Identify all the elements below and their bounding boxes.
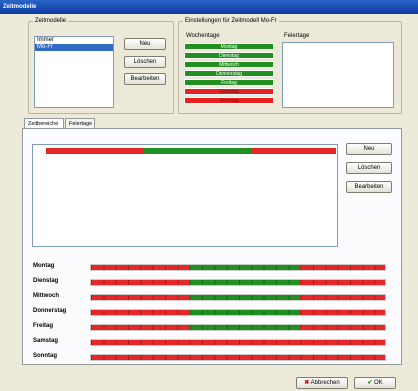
hour-ticks	[91, 355, 385, 360]
schedule-day-bar[interactable]	[90, 339, 386, 346]
zeitmodell-new-button[interactable]: Neu	[124, 38, 166, 50]
schedule-day-bar[interactable]	[90, 264, 386, 271]
feiertage-label: Feiertage	[284, 33, 310, 39]
wochentage-label: Wochentage	[186, 33, 220, 39]
weekday-toggle[interactable]: Dienstag	[184, 52, 274, 59]
weekday-toggle[interactable]: Freitag	[184, 79, 274, 86]
zeitmodell-edit-button[interactable]: Bearbeiten	[124, 73, 166, 85]
timeline-segment[interactable]	[142, 148, 252, 154]
schedule-day-label: Freitag	[33, 323, 54, 329]
weekday-toggle[interactable]: Samstag	[184, 88, 274, 95]
zeitmodelle-legend: Zeitmodelle	[35, 18, 67, 24]
zeitmodell-list-item[interactable]: Mo-Fr	[35, 44, 113, 51]
hour-ticks	[91, 340, 385, 345]
zeitmodell-list-item[interactable]: Immer	[35, 37, 113, 44]
schedule-day-label: Samstag	[33, 338, 59, 344]
hour-ticks	[91, 295, 385, 300]
schedule-day-label: Sonntag	[33, 353, 57, 359]
schedule-day-bar[interactable]	[90, 279, 386, 286]
window-title: Zeitmodelle	[0, 0, 418, 14]
cancel-label: Abbrechen	[310, 380, 340, 386]
ok-button[interactable]: ✔ OK	[354, 377, 396, 389]
hour-ticks	[91, 280, 385, 285]
hour-ticks	[91, 325, 385, 330]
ok-check-icon: ✔	[367, 380, 373, 386]
feiertage-list[interactable]	[282, 42, 394, 108]
hour-ticks	[91, 310, 385, 315]
schedule-day-bar[interactable]	[90, 324, 386, 331]
schedule-day-bar[interactable]	[90, 354, 386, 361]
schedule-day-label: Donnerstag	[33, 308, 67, 314]
ok-label: OK	[374, 380, 383, 386]
cancel-button[interactable]: ✖ Abbrechen	[296, 377, 348, 389]
weekday-toggle[interactable]: Montag	[184, 43, 274, 50]
cancel-icon: ✖	[304, 380, 310, 386]
timeline-segment[interactable]	[46, 148, 143, 154]
zeitmodelle-window: Zeitmodelle Zeitmodelle Immer Mo-Fr Neu L…	[0, 0, 418, 391]
schedule-day-label: Dienstag	[33, 278, 59, 284]
zeitbereich-edit-button[interactable]: Bearbeiten	[346, 181, 392, 193]
zeitmodell-list[interactable]: Immer Mo-Fr	[34, 36, 114, 108]
timeline-segment[interactable]	[251, 148, 336, 154]
zeitmodell-delete-button[interactable]: Löschen	[124, 56, 166, 68]
einstellungen-legend: Einstellungen für Zeitmodell Mo-Fr	[185, 18, 277, 24]
weekday-toggle[interactable]: Mittwoch	[184, 61, 274, 68]
weekday-toggle[interactable]: Sonntag	[184, 97, 274, 104]
zeitbereich-delete-button[interactable]: Löschen	[346, 162, 392, 174]
tab-feiertage[interactable]: Feiertage	[65, 118, 95, 128]
schedule-day-label: Mittwoch	[33, 293, 59, 299]
schedule-day-label: Montag	[33, 263, 55, 269]
zeitbereich-new-button[interactable]: Neu	[346, 143, 392, 155]
weekday-toggle[interactable]: Donnerstag	[184, 70, 274, 77]
schedule-day-bar[interactable]	[90, 294, 386, 301]
schedule-day-bar[interactable]	[90, 309, 386, 316]
hour-ticks	[91, 265, 385, 270]
zeitbereich-editor[interactable]	[32, 144, 338, 247]
